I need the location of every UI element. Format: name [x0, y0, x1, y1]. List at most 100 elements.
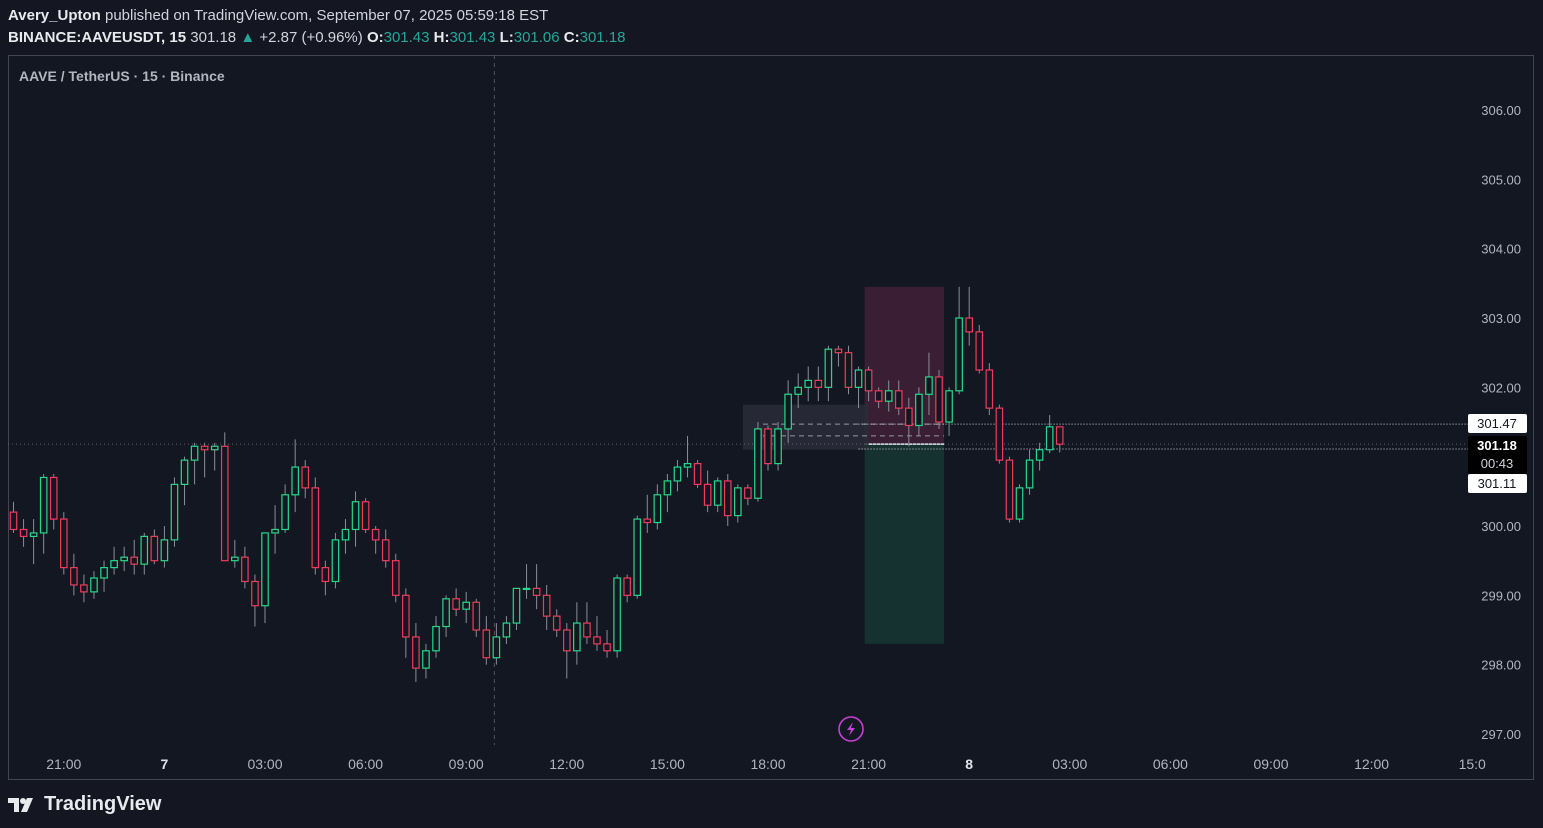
candle-body	[864, 369, 873, 392]
candle-body	[542, 594, 551, 617]
candle-body	[894, 390, 903, 409]
candle	[552, 609, 561, 637]
candle-body	[502, 622, 511, 638]
candlestick-chart[interactable]: 306.00 305.00 304.00 303.00 302.00 300.00 299.…	[8, 55, 1534, 780]
candle	[361, 498, 370, 533]
stop-price-tag-text: 301.47	[1477, 416, 1517, 431]
candle-body	[1045, 426, 1054, 451]
candle	[623, 574, 631, 603]
candle	[834, 345, 843, 367]
candle	[130, 539, 139, 575]
candle	[573, 602, 581, 665]
candle-body	[925, 376, 933, 395]
candle-body	[220, 445, 229, 562]
candle-body	[824, 348, 833, 388]
x-tick-label: 8	[965, 756, 973, 772]
candle	[29, 519, 38, 565]
candle-body	[391, 560, 400, 596]
candle-body	[381, 539, 390, 562]
candle	[562, 623, 571, 679]
candle	[653, 484, 662, 530]
tradingview-brand[interactable]: TradingView	[8, 793, 161, 816]
candle-body	[935, 376, 943, 423]
candle	[995, 404, 1004, 464]
candle-body	[39, 476, 48, 534]
candle	[120, 546, 128, 572]
candle-body	[1005, 459, 1014, 520]
take-profit-zone	[864, 444, 945, 644]
y-tick-label: 303.00	[1481, 311, 1521, 326]
candle	[321, 560, 330, 596]
x-tick-label: 12:00	[549, 756, 584, 772]
candle	[472, 598, 481, 637]
candle-body	[995, 407, 1004, 461]
candle-body	[150, 535, 159, 562]
candle-body	[422, 650, 430, 669]
candle	[613, 574, 621, 658]
candle	[633, 515, 642, 599]
x-tick-label: 09:00	[1253, 756, 1288, 772]
x-tick-label: 21:00	[46, 756, 81, 772]
candle	[955, 286, 963, 395]
candle-body	[351, 501, 360, 531]
candle	[281, 484, 289, 533]
candle-body	[49, 476, 58, 520]
candle	[49, 474, 58, 530]
x-tick-label: 7	[161, 756, 169, 772]
candle-body	[9, 511, 18, 531]
candle-body	[723, 480, 732, 517]
candle-body	[200, 445, 209, 451]
candle-body	[452, 598, 460, 610]
x-tick-label: 18:00	[750, 756, 785, 772]
candle	[512, 587, 521, 630]
y-tick-label: 298.00	[1481, 658, 1521, 673]
candle	[170, 477, 179, 547]
candle	[1015, 484, 1024, 523]
candle	[241, 546, 249, 589]
candle-body	[552, 615, 561, 631]
candle-body	[663, 480, 672, 496]
candle	[261, 532, 269, 624]
y-tick-label: 297.00	[1481, 727, 1521, 742]
price-change: +2.87 (+0.96%)	[259, 29, 363, 46]
candle	[59, 512, 68, 575]
candle	[723, 474, 732, 526]
candle-body	[19, 528, 28, 538]
candle-body	[140, 535, 149, 565]
candle-body	[874, 390, 883, 402]
candle	[291, 439, 299, 513]
target-price-tag-text: 301.11	[1478, 476, 1517, 491]
candle	[160, 526, 169, 568]
candle	[341, 519, 350, 554]
candle-body	[70, 566, 78, 586]
candle-body	[331, 539, 340, 583]
candle	[371, 526, 380, 554]
candle	[70, 553, 78, 596]
candle-body	[854, 369, 863, 388]
candle-body	[100, 566, 108, 579]
candle	[522, 564, 531, 599]
candle-body	[120, 556, 128, 562]
y-tick-label: 306.00	[1481, 103, 1521, 118]
y-tick-label: 304.00	[1481, 242, 1521, 257]
stop-loss-zone	[864, 286, 945, 445]
candle-body	[683, 463, 692, 468]
candle-body	[90, 577, 98, 593]
author-name[interactable]: Avery_Upton	[8, 7, 101, 24]
target-price-tag: 301.11	[1468, 474, 1527, 493]
x-tick-label: 15:0	[1459, 756, 1486, 772]
lightning-icon[interactable]	[838, 716, 864, 742]
candle	[482, 616, 491, 665]
candle-body	[341, 528, 350, 541]
last-price: 301.18	[190, 29, 237, 46]
candle-body	[190, 445, 199, 461]
candle-body	[713, 480, 722, 506]
candle	[1035, 442, 1044, 471]
candle	[90, 571, 98, 599]
candle	[1025, 449, 1034, 495]
candle-body	[643, 518, 652, 524]
candle	[502, 616, 511, 644]
candle-body	[512, 587, 521, 624]
candle-body	[955, 317, 963, 392]
candle-body	[180, 459, 189, 485]
